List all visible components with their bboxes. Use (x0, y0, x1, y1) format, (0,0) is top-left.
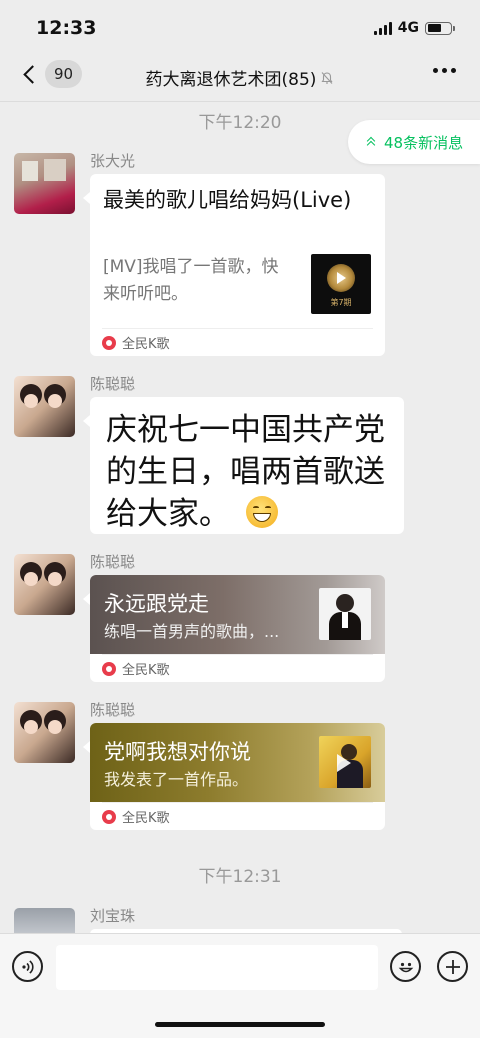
status-time: 12:33 (36, 17, 97, 39)
sender-name: 陈聪聪 (90, 375, 136, 393)
source-name: 全民K歌 (122, 663, 170, 678)
sender-name: 陈聪聪 (90, 553, 136, 571)
status-icons: 4G (373, 20, 455, 36)
avatar[interactable] (14, 702, 75, 763)
thumb-caption: 第7期 (330, 298, 352, 307)
voice-button[interactable] (12, 951, 43, 982)
avatar[interactable] (14, 376, 75, 437)
card-description: 练唱一首男声的歌曲，... (104, 622, 280, 641)
card-thumbnail (319, 736, 371, 788)
play-icon (337, 754, 351, 772)
music-card[interactable]: 永远跟党走 练唱一首男声的歌曲，... 全民K歌 (83, 575, 385, 682)
card-source: 全民K歌 (102, 802, 373, 830)
avatar[interactable] (14, 554, 75, 615)
signal-icon (373, 21, 392, 35)
card-description: [MV]我唱了一首歌，快来听听吧。 (103, 257, 279, 304)
chat-header: 90 药大离退休艺术团(85) (0, 56, 480, 100)
battery-icon (425, 21, 455, 35)
network-type: 4G (397, 20, 419, 36)
card-title: 永远跟党走 (104, 592, 209, 616)
text-message[interactable]: 庆祝七一中国共产党的生日，唱两首歌送给大家。 (83, 397, 404, 534)
home-indicator[interactable] (155, 1022, 325, 1027)
more-options-button[interactable] (433, 68, 456, 73)
music-card[interactable]: 最美的歌儿唱给妈妈(Live) [MV]我唱了一首歌，快来听听吧。 第7期 全民… (83, 174, 385, 356)
grinning-sweat-emoji-icon (245, 496, 278, 528)
message-input[interactable] (56, 945, 378, 990)
source-name: 全民K歌 (122, 337, 170, 352)
sender-name: 张大光 (90, 152, 136, 170)
mute-bell-icon (321, 71, 333, 84)
music-card[interactable]: 党啊我想对你说 我发表了一首作品。 全民K歌 (83, 723, 385, 830)
ksong-logo-icon (102, 335, 116, 350)
voice-icon (21, 959, 34, 974)
dot-icon (451, 68, 456, 73)
card-thumbnail (319, 588, 371, 640)
card-description: 我发表了一首作品。 (104, 770, 249, 789)
card-thumbnail: 第7期 (311, 254, 371, 314)
sender-name: 刘宝珠 (90, 907, 136, 925)
smiley-icon (398, 962, 413, 972)
chat-title-wrap: 药大离退休艺术团(85) (0, 65, 480, 90)
ksong-logo-icon (102, 661, 116, 676)
card-title: 党啊我想对你说 (104, 740, 251, 764)
double-chevron-up-icon (366, 136, 376, 150)
more-functions-button[interactable] (437, 951, 468, 982)
avatar[interactable] (14, 153, 75, 214)
timestamp: 下午12:31 (198, 867, 282, 887)
card-source: 全民K歌 (102, 654, 373, 682)
source-name: 全民K歌 (122, 811, 170, 826)
card-title: 最美的歌儿唱给妈妈(Live) (103, 188, 352, 212)
dot-icon (442, 68, 447, 73)
ksong-logo-icon (102, 809, 116, 824)
new-messages-label: 48条新消息 (384, 133, 464, 152)
card-source: 全民K歌 (102, 328, 373, 356)
dot-icon (433, 68, 438, 73)
plus-icon (445, 959, 460, 974)
status-bar: 12:33 4G (0, 0, 480, 56)
new-messages-button[interactable]: 48条新消息 (348, 120, 480, 164)
header-divider (0, 101, 480, 102)
sender-name: 陈聪聪 (90, 701, 136, 719)
play-icon (337, 272, 346, 284)
emoji-button[interactable] (390, 951, 421, 982)
chat-title: 药大离退休艺术团(85) (145, 70, 317, 90)
